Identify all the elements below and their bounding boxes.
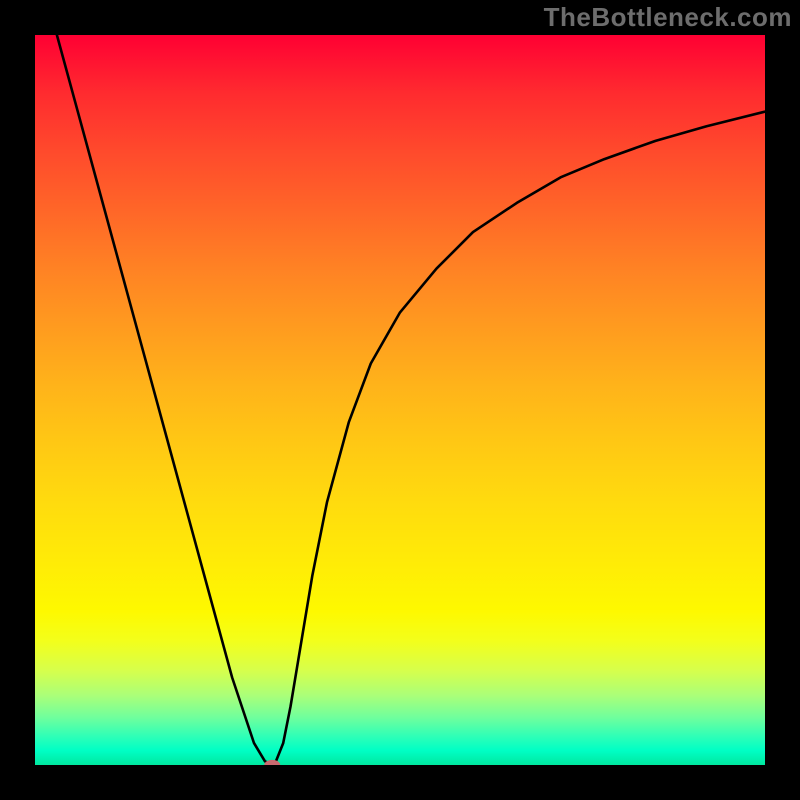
- plot-area: [35, 35, 765, 765]
- bottleneck-curve: [35, 35, 765, 765]
- curve-path: [35, 35, 765, 765]
- watermark-text: TheBottleneck.com: [544, 2, 792, 33]
- chart-frame: TheBottleneck.com: [0, 0, 800, 800]
- optimum-marker: [264, 760, 280, 765]
